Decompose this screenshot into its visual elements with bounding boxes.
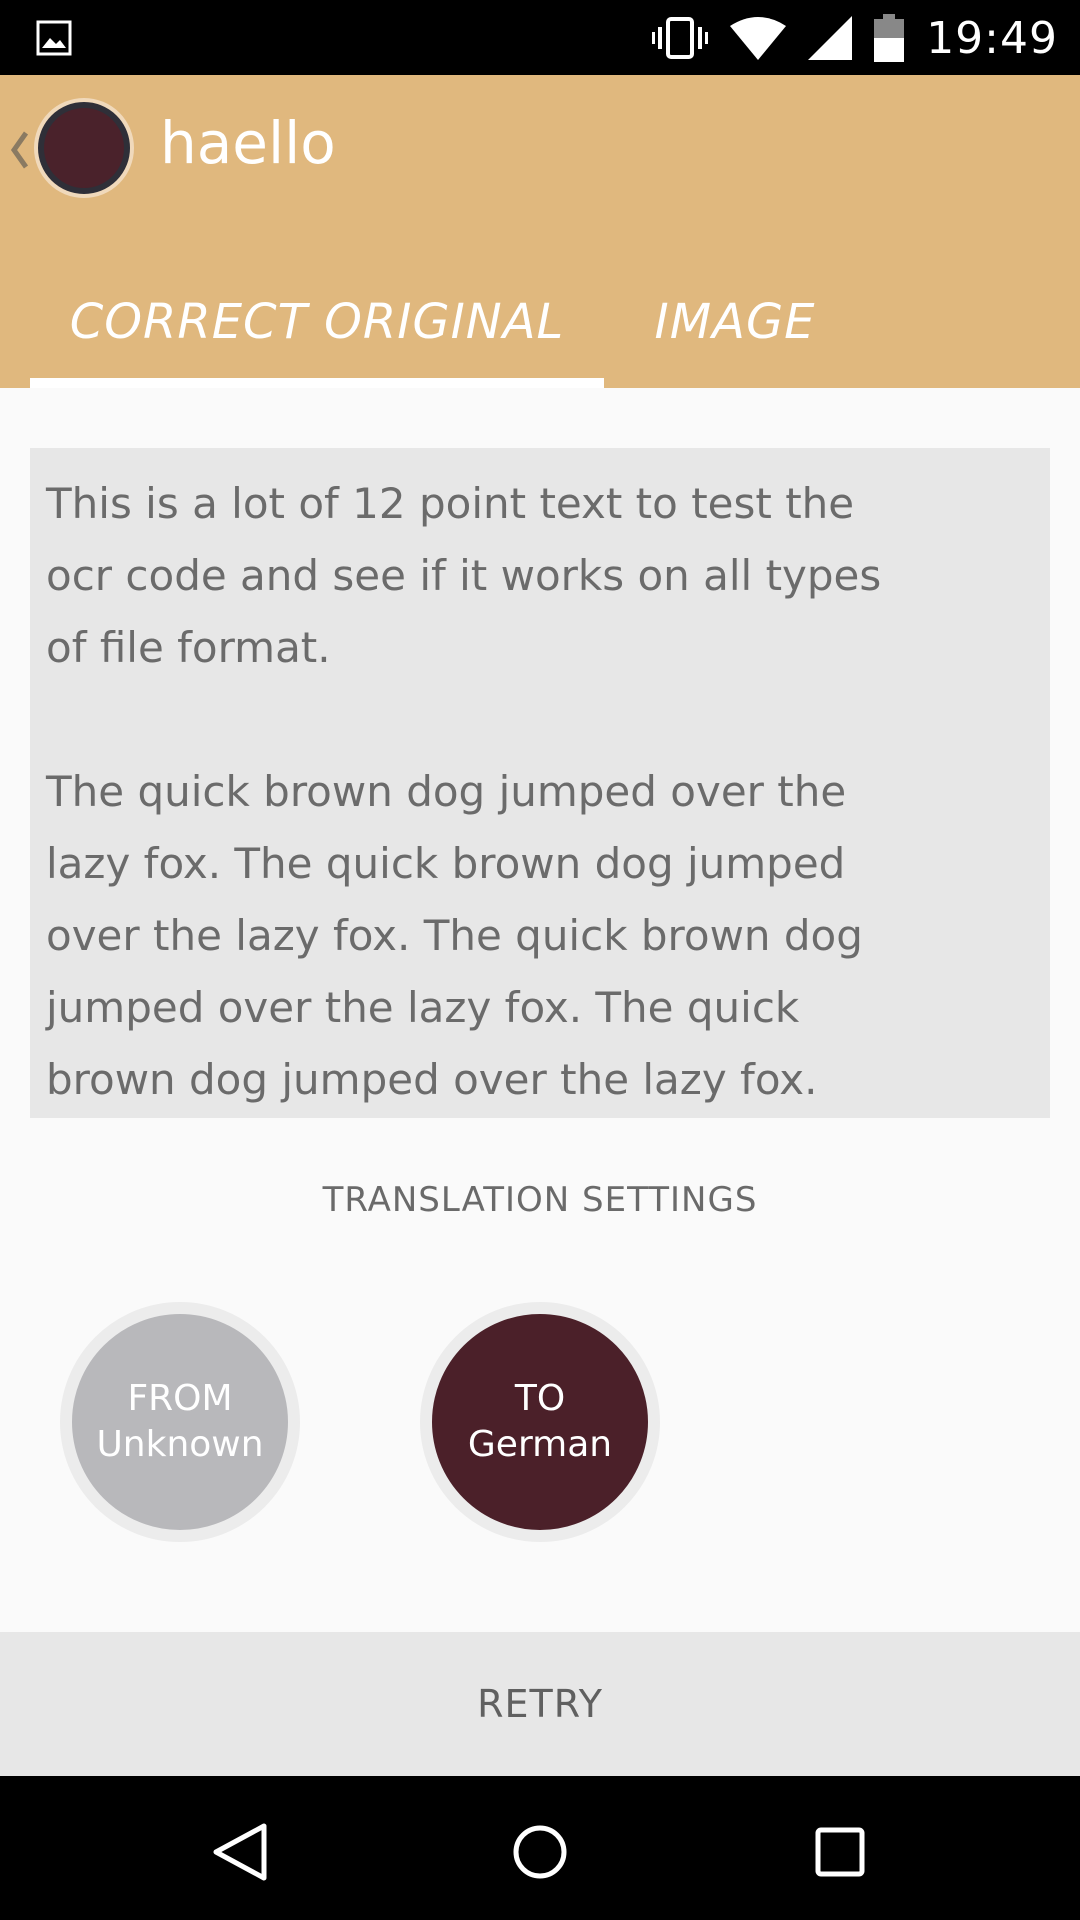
vibrate-icon bbox=[652, 17, 709, 59]
wifi-icon bbox=[730, 17, 787, 60]
to-language-button[interactable]: TO German bbox=[420, 1302, 660, 1542]
ocr-text-box[interactable]: This is a lot of 12 point text to test t… bbox=[30, 448, 1050, 1118]
avatar[interactable] bbox=[38, 102, 130, 194]
status-bar: 19:49 bbox=[0, 0, 1080, 75]
tab-indicator bbox=[30, 378, 604, 388]
tab-correct-original[interactable]: CORRECT ORIGINAL bbox=[30, 255, 604, 388]
ocr-text[interactable]: This is a lot of 12 point text to test t… bbox=[46, 468, 926, 1116]
tab-image[interactable]: IMAGE bbox=[640, 255, 830, 388]
page-title: haello bbox=[160, 109, 336, 177]
retry-button[interactable]: RETRY bbox=[0, 1632, 1080, 1776]
from-label: FROM bbox=[127, 1378, 233, 1419]
chevron-left-icon[interactable] bbox=[10, 125, 30, 175]
back-triangle-icon[interactable] bbox=[200, 1812, 280, 1892]
from-language-button[interactable]: FROM Unknown bbox=[60, 1302, 300, 1542]
status-icons: 19:49 bbox=[652, 10, 1058, 66]
recents-square-icon[interactable] bbox=[800, 1812, 880, 1892]
battery-icon bbox=[874, 14, 905, 62]
home-circle-icon[interactable] bbox=[500, 1812, 580, 1892]
app-bar: haello CORRECT ORIGINAL IMAGE bbox=[0, 75, 1080, 388]
to-label: TO bbox=[514, 1378, 566, 1419]
signal-icon bbox=[808, 16, 853, 60]
to-value: German bbox=[467, 1424, 613, 1465]
status-time: 19:49 bbox=[926, 12, 1058, 64]
translation-settings-heading: TRANSLATION SETTINGS bbox=[322, 1180, 758, 1220]
navigation-bar bbox=[0, 1776, 1080, 1920]
image-icon bbox=[36, 20, 72, 56]
from-value: Unknown bbox=[96, 1424, 264, 1465]
tab-bar: CORRECT ORIGINAL IMAGE bbox=[0, 255, 1080, 388]
